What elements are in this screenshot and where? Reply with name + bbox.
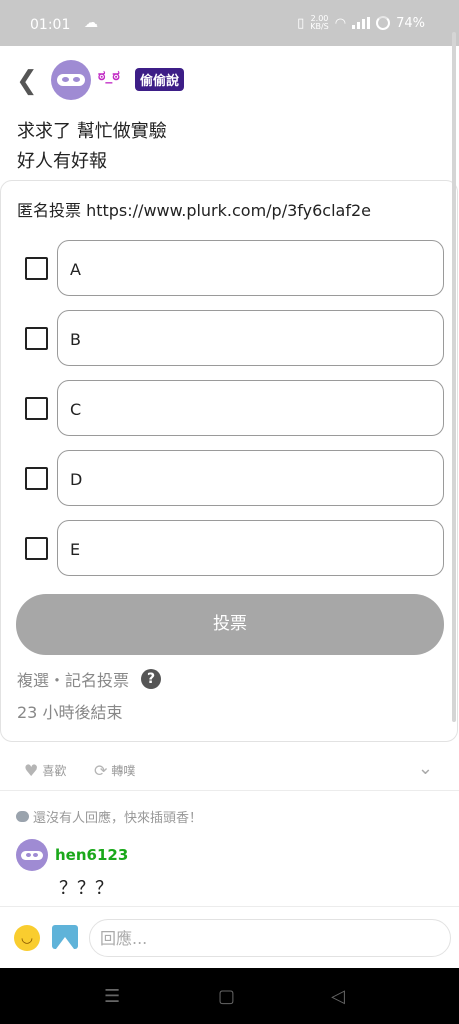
- back-nav-icon[interactable]: ◁: [331, 986, 345, 1007]
- like-button[interactable]: ♥ 喜歡: [24, 761, 66, 780]
- option-checkbox[interactable]: [25, 467, 48, 490]
- cloud-icon: ☁: [84, 15, 98, 31]
- option-label[interactable]: C: [57, 380, 444, 436]
- poll-option[interactable]: A: [1, 240, 459, 296]
- help-icon[interactable]: ?: [141, 669, 162, 689]
- anonymous-badge: 偷偷說: [135, 68, 185, 91]
- poll-end-time: 23 小時後結束: [17, 703, 123, 722]
- emoji-icon[interactable]: ◡: [14, 925, 40, 951]
- post-line: 好人有好報: [17, 151, 107, 172]
- vote-button[interactable]: 投票: [16, 594, 444, 655]
- recent-apps-icon[interactable]: ☰: [104, 986, 120, 1007]
- post-line: 求求了 幫忙做實驗: [17, 121, 167, 142]
- back-arrow-icon[interactable]: ❮: [16, 66, 38, 96]
- option-checkbox[interactable]: [25, 257, 48, 280]
- replurk-label: 轉噗: [111, 764, 136, 778]
- poll-option[interactable]: C: [1, 380, 459, 436]
- post-header: ❮ ಠ_ಠ 偷偷說: [0, 46, 459, 110]
- replurk-icon: ⟳: [94, 761, 108, 780]
- battery-percent: 74%: [396, 15, 425, 31]
- poll-option[interactable]: D: [1, 450, 459, 506]
- status-icons: ▯ 2.00 KB/S ◠ 74%: [297, 15, 425, 31]
- wifi-icon: ◠: [334, 15, 347, 31]
- battery-icon: [376, 16, 391, 30]
- status-time: 01:01: [30, 17, 71, 33]
- net-speed-unit: KB/S: [310, 22, 329, 31]
- action-bar: ♥ 喜歡 ⟳ 轉噗 ⌄: [0, 753, 459, 791]
- option-checkbox[interactable]: [25, 327, 48, 350]
- network-speed: 2.00 KB/S: [310, 15, 329, 31]
- reply-avatar[interactable]: [16, 839, 48, 871]
- poll-title: 匿名投票 https://www.plurk.com/p/3fy6claf2e: [17, 201, 371, 220]
- no-reply-notice: 還沒有人回應，快來插頭香！: [16, 807, 202, 826]
- like-label: 喜歡: [42, 764, 67, 778]
- option-checkbox[interactable]: [25, 397, 48, 420]
- scrollbar[interactable]: [452, 32, 456, 722]
- option-label[interactable]: D: [57, 450, 444, 506]
- vibrate-icon: ▯: [297, 15, 305, 31]
- status-bar: 01:01 ☁ ▯ 2.00 KB/S ◠ 74%: [0, 0, 459, 46]
- poll-option[interactable]: B: [1, 310, 459, 366]
- option-label[interactable]: B: [57, 310, 444, 366]
- poll-option[interactable]: E: [1, 520, 459, 576]
- poll-card: 匿名投票 https://www.plurk.com/p/3fy6claf2e …: [0, 180, 458, 742]
- speech-bubble-icon: [16, 811, 29, 822]
- poll-meta: 複選・記名投票 ?: [17, 667, 162, 691]
- avatar[interactable]: [51, 60, 91, 100]
- reply-compose-bar: ◡: [0, 906, 459, 968]
- replurk-button[interactable]: ⟳ 轉噗: [94, 761, 135, 780]
- poll-type: 複選・記名投票: [17, 671, 130, 690]
- no-reply-text: 還沒有人回應，快來插頭香！: [33, 811, 203, 826]
- signal-icon: [352, 17, 371, 29]
- home-icon[interactable]: ▢: [218, 986, 235, 1007]
- option-checkbox[interactable]: [25, 537, 48, 560]
- reply-username[interactable]: hen6123: [55, 846, 128, 864]
- reply-text: ？？？: [59, 878, 113, 899]
- mask-icon: [21, 850, 43, 860]
- option-label[interactable]: E: [57, 520, 444, 576]
- option-label[interactable]: A: [57, 240, 444, 296]
- reply-input[interactable]: [89, 919, 451, 957]
- system-nav-bar: ☰ ▢ ◁: [0, 968, 459, 1024]
- chevron-down-icon[interactable]: ⌄: [418, 758, 433, 779]
- heart-icon: ♥: [24, 761, 39, 780]
- mask-icon: [57, 74, 85, 86]
- author-nickname[interactable]: ಠ_ಠ: [98, 68, 120, 84]
- image-icon[interactable]: [52, 925, 78, 949]
- post-content: 求求了 幫忙做實驗 好人有好報: [17, 117, 167, 177]
